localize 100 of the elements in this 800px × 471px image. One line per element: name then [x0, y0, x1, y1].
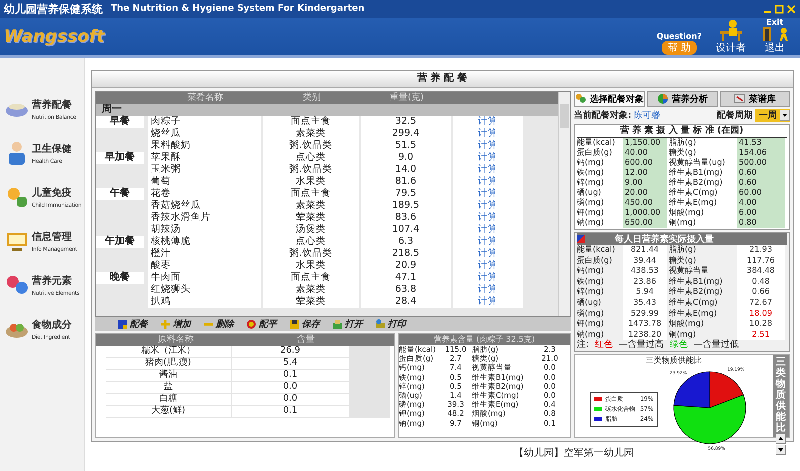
nutrient-label: 锌(mg) — [577, 287, 606, 298]
nutrient-label: 钙(mg) — [577, 266, 606, 278]
scrollbar[interactable] — [558, 92, 570, 316]
pie-icon — [656, 93, 669, 105]
nutrient-value: 21.93 — [737, 245, 785, 256]
nutrient-value: 10.28 — [737, 319, 785, 330]
table-cell: 0.1 — [232, 406, 349, 417]
table-cell: 0.0 — [232, 394, 349, 405]
nutrient-value: 0.48 — [737, 276, 785, 288]
nutrient-value: 72.67 — [737, 298, 785, 309]
tab[interactable]: 营养分析 — [647, 91, 718, 107]
table-cell: 点心类 — [263, 152, 359, 164]
nutrient-label: 维生素B2(mg) — [669, 287, 724, 298]
nutrient-label: 铜(mg) — [669, 330, 698, 340]
tab[interactable]: 选择配餐对象 — [574, 91, 645, 107]
table-cell: 猪肉(肥,瘦) — [106, 358, 231, 369]
table-cell: 32.5 — [361, 116, 451, 128]
nutrient-value: 529.99 — [623, 308, 667, 320]
tab[interactable]: 菜谱库 — [720, 91, 790, 107]
period-dropdown[interactable]: 一周 — [755, 109, 790, 122]
nutrient-label: 维生素C(mg) — [669, 298, 719, 309]
table-cell: 79.5 — [361, 188, 451, 200]
nutrient-label: 维生素B1(mg) — [669, 276, 724, 287]
nutrient-label: 钠(mg) — [577, 218, 606, 229]
chart-title: 三类物质供能比 — [646, 355, 702, 366]
nutrient-label: 烟酸(mg) — [669, 319, 706, 330]
nutrient-value: 12.00 — [623, 168, 667, 178]
legend-word: 红色 — [595, 340, 614, 352]
nutrient-value: 500.00 — [737, 158, 785, 168]
nutrient-label: 钾(mg) — [577, 208, 606, 218]
column-header: 类别 — [302, 92, 322, 104]
nutrient-label: 烟酸(mg) — [669, 208, 706, 218]
table-cell: 素菜类 — [263, 128, 359, 140]
nutrient-label: 钾(mg) — [577, 319, 606, 330]
nutrient-value: 0.60 — [737, 178, 785, 188]
nutrient-value: 0.60 — [737, 168, 785, 178]
table-cell: 红烧狮头 — [148, 284, 261, 296]
table-cell: 面点主食 — [263, 272, 359, 284]
nutrient-value: 2.51 — [737, 330, 785, 340]
toolbar-button[interactable]: 配餐 — [117, 318, 148, 330]
nutrient-value: 0.66 — [737, 287, 785, 298]
toolbar-button[interactable]: 删除 — [203, 318, 234, 330]
table-cell: 荤菜类 — [263, 296, 359, 308]
nutrient-label: 铜(mg) — [669, 218, 698, 229]
table-cell: 218.5 — [361, 248, 451, 260]
table-cell: 面点主食 — [263, 188, 359, 200]
meal-label: 早餐 — [96, 116, 144, 128]
maximize-icon[interactable] — [775, 4, 784, 14]
table-cell: 粥.饮品类 — [263, 164, 359, 176]
nutrient-label: 脂肪(g) — [669, 245, 698, 256]
toolbar-button[interactable]: 增加 — [160, 318, 191, 330]
table-cell: 核桃薄脆 — [148, 236, 261, 248]
panel-title: 营 养 配 餐 — [92, 71, 793, 88]
nutrient-value: 5.94 — [623, 287, 667, 298]
toolbar-button[interactable]: 配平 — [246, 318, 277, 330]
legend-text: —含量过低 — [694, 340, 740, 352]
nutrient-label: 能量(kcal) — [577, 138, 616, 148]
toolbar-button[interactable]: 打印 — [375, 318, 406, 330]
toolbar-button[interactable]: 打开 — [332, 318, 363, 330]
table-cell: 葡萄 — [148, 176, 261, 188]
meal-label: 早加餐 — [96, 152, 144, 164]
meal-label: 午餐 — [96, 188, 144, 200]
nutrient-value: 35.43 — [623, 298, 667, 309]
table-title: 营养素含量 (肉粽子 32.5克) — [399, 334, 570, 345]
up-arrow-icon[interactable] — [776, 434, 786, 444]
nutrient-value: 600.00 — [623, 158, 667, 168]
table-cell: 玉米粥 — [148, 164, 261, 176]
nutrient-value: 20.00 — [623, 188, 667, 198]
nutrient-value: 1238.20 — [623, 330, 667, 340]
toolbar-button[interactable]: 保存 — [289, 318, 320, 330]
table-cell: 大葱(鲜) — [106, 406, 231, 417]
nutrient-value: 60.00 — [737, 188, 785, 198]
note-label: 注: — [577, 340, 590, 352]
nutrient-value: 1,150.00 — [623, 138, 667, 148]
table-cell: 苹果酥 — [148, 152, 261, 164]
down-arrow-icon[interactable] — [776, 445, 786, 456]
nutrient-label: 能量(kcal) — [577, 245, 616, 256]
exit-button[interactable]: Exit 退出 — [760, 18, 790, 55]
close-icon[interactable] — [787, 4, 796, 14]
table-cell: 51.5 — [361, 140, 451, 152]
nutrient-value: 6.00 — [737, 208, 785, 218]
nutrient-value: 384.48 — [737, 266, 785, 277]
table-cell: 香辣水滑鱼片 — [148, 212, 261, 224]
table-cell: 粥.饮品类 — [263, 248, 359, 260]
table-cell: 酱油 — [106, 370, 231, 381]
nutrient-value: 438.53 — [623, 266, 667, 277]
nutrient-value: 117.76 — [737, 256, 785, 266]
table-cell: 189.5 — [361, 200, 451, 212]
table-cell: 107.4 — [361, 224, 451, 236]
table-cell: 5.4 — [232, 358, 349, 369]
column-header: 含量 — [296, 334, 316, 346]
table-cell: 26.9 — [232, 346, 349, 357]
help-button[interactable]: Question? 帮 助 — [656, 32, 702, 55]
table-cell: 0.0 — [232, 382, 349, 393]
table-cell: 果料酸奶 — [148, 140, 261, 152]
table-cell: 香菇烧丝瓜 — [148, 200, 261, 212]
table-cell: 点心类 — [263, 236, 359, 248]
nutrient-value: 4.00 — [737, 198, 785, 208]
designer-button[interactable]: 设计者 — [716, 19, 746, 55]
day-label: 周一 — [102, 104, 122, 115]
